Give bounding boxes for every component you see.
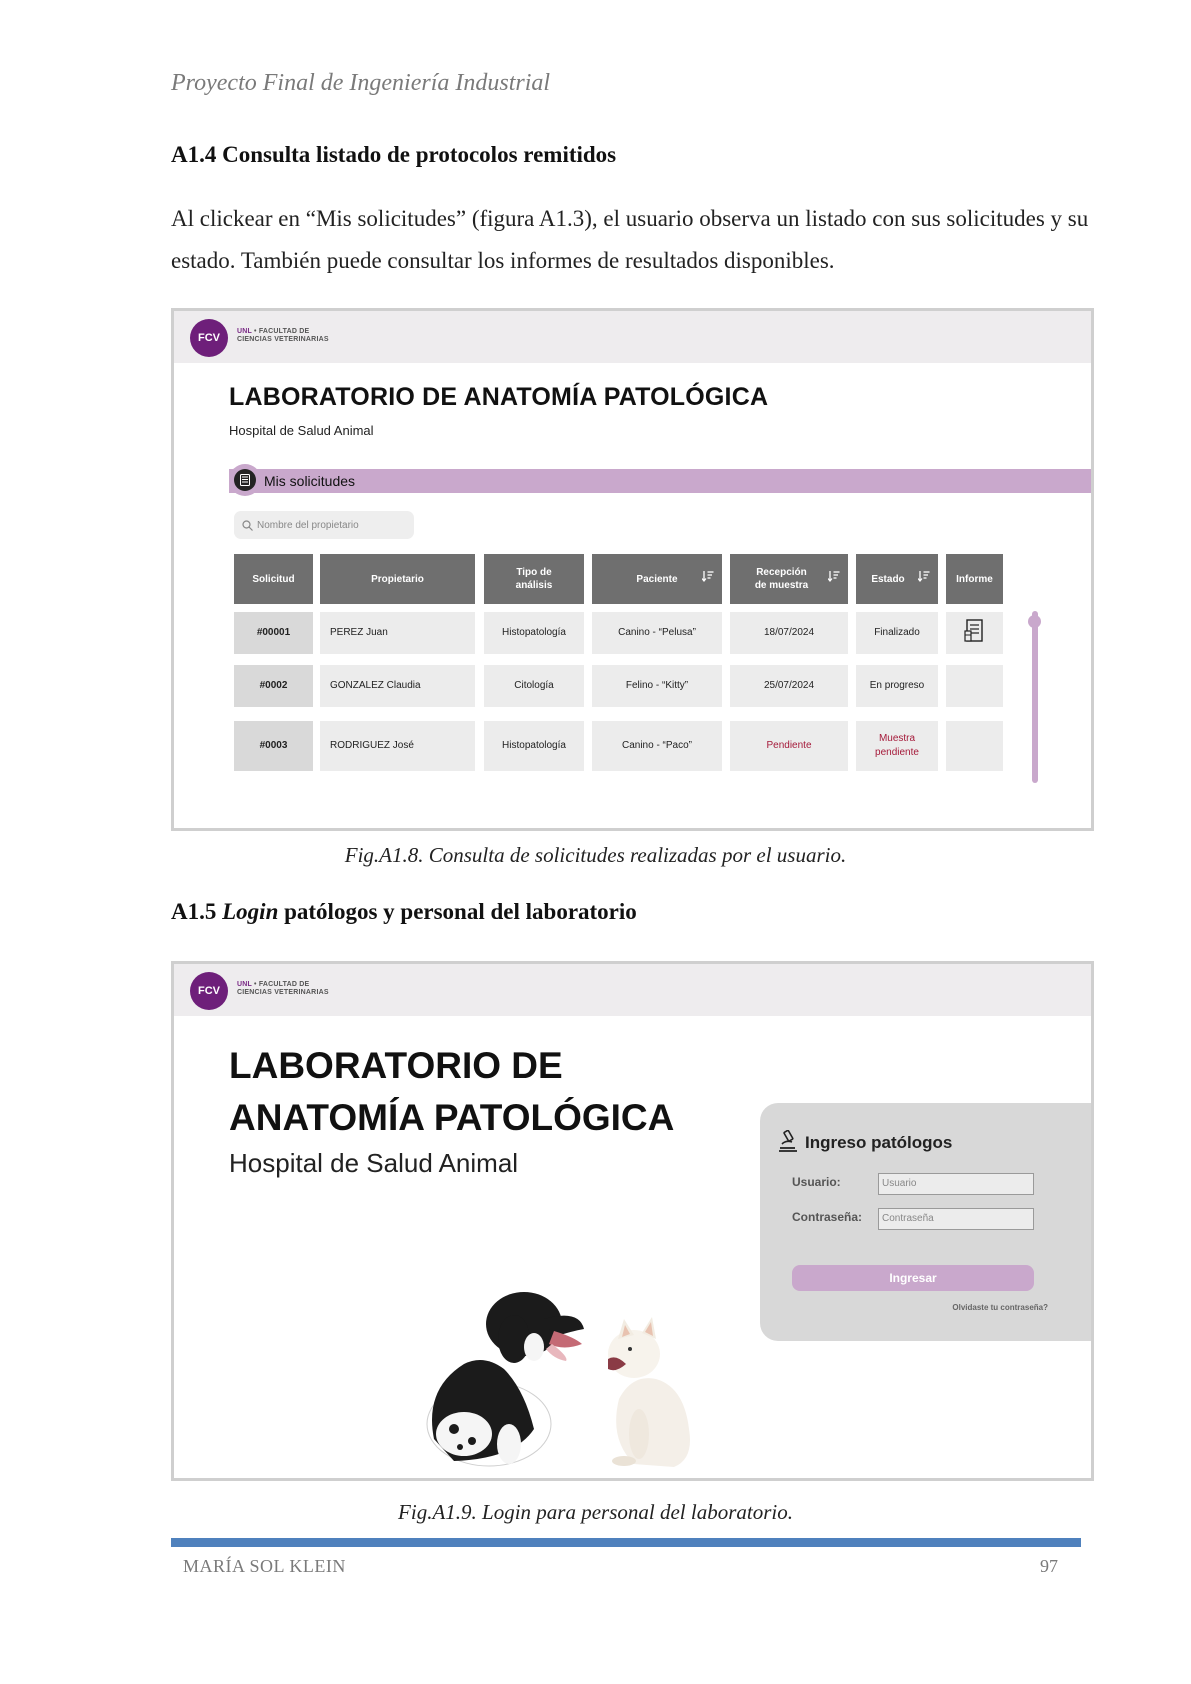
table-cell-patient: Canino - “Pelusa” — [592, 612, 722, 654]
scrollbar-thumb[interactable] — [1028, 615, 1041, 628]
table-cell-patient: Felino - “Kitty” — [592, 665, 722, 707]
sort-icon[interactable] — [917, 570, 930, 586]
table-cell-owner: GONZALEZ Claudia — [320, 665, 475, 707]
section-bar — [229, 469, 1091, 493]
lab-title: LABORATORIO DE ANATOMÍA PATOLÓGICA — [229, 1040, 674, 1144]
column-header-estado[interactable]: Estado — [856, 554, 938, 604]
lab-title: LABORATORIO DE ANATOMÍA PATOLÓGICA — [229, 383, 769, 411]
column-header-paciente-label: Paciente — [636, 573, 678, 585]
unl-label: UNL — [237, 328, 252, 335]
password-label: Contraseña: — [792, 1210, 863, 1224]
microscope-icon — [778, 1129, 798, 1157]
table-cell-report — [946, 665, 1003, 707]
column-header-informe[interactable]: Informe — [946, 554, 1003, 604]
section-label[interactable]: Mis solicitudes — [264, 473, 355, 489]
figure-login: FCV UNL • FACULTAD DE CIENCIAS VETERINAR… — [171, 961, 1094, 1481]
faculty-name: UNL • FACULTAD DE CIENCIAS VETERINARIAS — [237, 981, 329, 997]
requests-icon — [229, 464, 261, 496]
table-cell-id[interactable]: #00001 — [234, 612, 313, 654]
search-input[interactable]: Nombre del propietario — [234, 511, 414, 539]
footer-rule — [171, 1538, 1081, 1547]
figure-caption: Fig.A1.9. Login para personal del labora… — [398, 1500, 793, 1524]
table-cell-report[interactable] — [946, 612, 1003, 654]
column-header-recepcion[interactable]: Recepción de muestra — [730, 554, 848, 604]
table-cell-report — [946, 721, 1003, 771]
faculty-line1: • FACULTAD DE — [251, 981, 310, 988]
page-number: 97 — [1040, 1556, 1058, 1576]
lab-title-line2: ANATOMÍA PATOLÓGICA — [229, 1097, 675, 1138]
password-field[interactable]: Contraseña — [878, 1208, 1034, 1230]
lab-subtitle: Hospital de Salud Animal — [229, 1148, 519, 1178]
lab-subtitle: Hospital de Salud Animal — [229, 423, 374, 438]
heading-italic: Login — [222, 899, 279, 924]
heading-suffix: patólogos y personal del laboratorio — [278, 899, 637, 924]
column-header-propietario[interactable]: Propietario — [320, 554, 475, 604]
document-icon[interactable] — [963, 618, 986, 648]
login-panel: Ingreso patólogos Usuario: Usuario Contr… — [760, 1103, 1091, 1341]
sort-icon[interactable] — [701, 570, 714, 586]
column-header-estado-label: Estado — [871, 573, 905, 585]
login-button[interactable]: Ingresar — [792, 1265, 1034, 1291]
heading-prefix: A1.5 — [171, 899, 223, 924]
running-header: Proyecto Final de Ingeniería Industrial — [171, 70, 551, 96]
figure-caption: Fig.A1.8. Consulta de solicitudes realiz… — [344, 843, 847, 867]
table-cell-id[interactable]: #0002 — [234, 665, 313, 707]
column-header-recepcion-label: Recepción de muestra — [754, 567, 809, 591]
table-cell-patient: Canino - “Paco” — [592, 721, 722, 771]
column-header-solicitud[interactable]: Solicitud — [234, 554, 313, 604]
lab-title-line1: LABORATORIO DE — [229, 1045, 563, 1086]
table-cell-status: Muestra pendiente — [856, 721, 938, 771]
section-heading-a15: A1.5 Login patólogos y personal del labo… — [171, 899, 637, 925]
username-field[interactable]: Usuario — [878, 1173, 1034, 1195]
table-cell-reception: Pendiente — [730, 721, 848, 771]
table-cell-reception: 18/07/2024 — [730, 612, 848, 654]
table-cell-reception: 25/07/2024 — [730, 665, 848, 707]
search-icon — [242, 519, 253, 531]
fcv-logo[interactable]: FCV — [190, 972, 228, 1010]
column-header-tipo[interactable]: Tipo de análisis — [484, 554, 584, 604]
forgot-password-link[interactable]: Olvidaste tu contraseña? — [952, 1303, 1048, 1312]
table-cell-type: Histopatología — [484, 612, 584, 654]
table-cell-type: Histopatología — [484, 721, 584, 771]
fcv-logo[interactable]: FCV — [190, 319, 228, 357]
faculty-line1: • FACULTAD DE — [251, 328, 310, 335]
app-header: FCV UNL • FACULTAD DE CIENCIAS VETERINAR… — [174, 311, 1091, 363]
search-placeholder: Nombre del propietario — [257, 519, 359, 531]
section-heading-a14: A1.4 Consulta listado de protocolos remi… — [171, 142, 617, 167]
unl-label: UNL — [237, 981, 252, 988]
username-label: Usuario: — [792, 1175, 841, 1189]
scrollbar-track[interactable] — [1032, 611, 1038, 783]
faculty-line2: CIENCIAS VETERINARIAS — [237, 336, 329, 343]
app-header: FCV UNL • FACULTAD DE CIENCIAS VETERINAR… — [174, 964, 1091, 1016]
table-cell-owner: PEREZ Juan — [320, 612, 475, 654]
table-cell-status: En progreso — [856, 665, 938, 707]
footer-author: MARÍA SOL KLEIN — [183, 1556, 346, 1576]
login-title: Ingreso patólogos — [805, 1133, 953, 1152]
faculty-name: UNL • FACULTAD DE CIENCIAS VETERINARIAS — [237, 328, 329, 344]
table-cell-id[interactable]: #0003 — [234, 721, 313, 771]
section-paragraph: Al clickear en “Mis solicitudes” (figura… — [171, 206, 1089, 273]
table-cell-owner: RODRIGUEZ José — [320, 721, 475, 771]
table-cell-type: Citología — [484, 665, 584, 707]
sort-icon[interactable] — [827, 570, 840, 586]
figure-requests-list: FCV UNL • FACULTAD DE CIENCIAS VETERINAR… — [171, 308, 1094, 831]
dog-and-cat-image — [426, 1292, 690, 1467]
column-header-paciente[interactable]: Paciente — [592, 554, 722, 604]
faculty-line2: CIENCIAS VETERINARIAS — [237, 989, 329, 996]
table-cell-status: Finalizado — [856, 612, 938, 654]
